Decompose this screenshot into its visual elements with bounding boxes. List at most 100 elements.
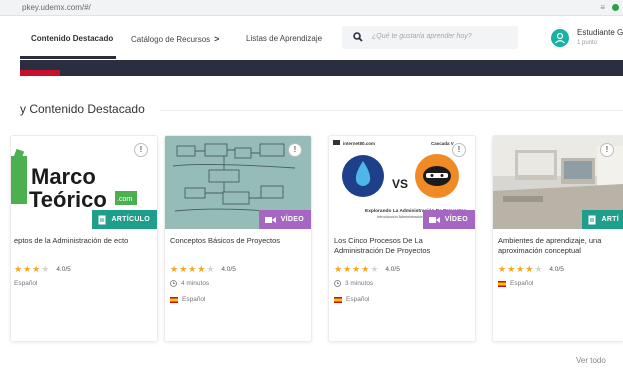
rating: ★ ★ ★ ★ 4.0/5 xyxy=(14,264,71,275)
content-type-badge: VÍDEO xyxy=(258,210,311,229)
banner-accent xyxy=(20,70,60,76)
svg-text:Marco: Marco xyxy=(31,164,96,189)
tab-catalogo-label: Catálogo de Recursos xyxy=(131,35,211,44)
spain-flag-icon xyxy=(334,296,342,303)
top-navigation: Contenido Destacado Catálogo de Recursos… xyxy=(0,16,623,60)
language: Español xyxy=(498,280,534,287)
star-empty-icon: ★ xyxy=(41,264,50,274)
language: Español xyxy=(170,296,206,303)
card-thumbnail[interactable]: ! ARTÍ xyxy=(493,136,623,229)
video-camera-icon xyxy=(264,216,276,223)
content-type-badge: VÍDEO xyxy=(422,210,475,229)
document-icon xyxy=(588,215,596,224)
badge-label: VÍDEO xyxy=(444,216,468,223)
star-icon: ★ xyxy=(525,264,534,274)
video-camera-icon xyxy=(428,216,440,223)
user-points: 1 punto xyxy=(577,40,598,46)
chevron-right-icon: > xyxy=(214,34,220,44)
language-label: Español xyxy=(510,280,534,287)
card-title[interactable]: eptos de la Administración de ecto xyxy=(14,236,152,246)
rating: ★ ★ ★ ★ ★ 4.0/5 xyxy=(498,264,564,275)
content-card[interactable]: ! ARTÍ Ambientes de aprendizaje, una apr… xyxy=(492,135,623,342)
duration: 4 minutos xyxy=(170,280,209,287)
tab-contenido-destacado[interactable]: Contenido Destacado xyxy=(31,34,113,43)
card-title[interactable]: Los Cinco Procesos De La Administración … xyxy=(334,236,472,256)
star-icon: ★ xyxy=(170,264,179,274)
star-icon: ★ xyxy=(334,264,343,274)
badge-label: ARTÍ xyxy=(601,216,619,223)
status-dot-icon xyxy=(612,4,619,11)
language-label: Español xyxy=(182,296,206,303)
star-icon: ★ xyxy=(23,264,32,274)
badge-label: VÍDEO xyxy=(280,216,304,223)
document-icon xyxy=(98,215,106,224)
search-box[interactable]: ¿Qué te gustaría aprender hoy? xyxy=(342,26,518,49)
tab-listas-de-aprendizaje[interactable]: Listas de Aprendizaje xyxy=(246,34,322,43)
content-card[interactable]: ! VÍDEO Conceptos Básicos de Proyectos ★… xyxy=(164,135,312,342)
svg-text:Cascada V: Cascada V xyxy=(431,141,454,146)
card-thumbnail[interactable]: Marco Teórico .com ! ARTÍCULO xyxy=(11,136,157,229)
spain-flag-icon xyxy=(498,280,506,287)
user-name[interactable]: Estudiante G xyxy=(577,28,623,37)
info-button[interactable]: ! xyxy=(452,143,466,157)
info-button[interactable]: ! xyxy=(288,143,302,157)
svg-text:Teórico: Teórico xyxy=(29,187,107,212)
rating-value: 4.0/5 xyxy=(549,266,564,273)
star-empty-icon: ★ xyxy=(370,264,379,274)
extension-icon[interactable]: ≡ xyxy=(600,3,605,12)
content-type-badge: ARTÍCULO xyxy=(92,210,157,229)
star-icon: ★ xyxy=(361,264,370,274)
content-card[interactable]: Marco Teórico .com ! ARTÍCULO eptos de l… xyxy=(10,135,158,342)
svg-text:.com: .com xyxy=(117,196,132,203)
language: Español xyxy=(14,280,38,287)
info-button[interactable]: ! xyxy=(600,143,614,157)
language-label: Español xyxy=(346,296,370,303)
clock-icon xyxy=(170,280,177,287)
star-icon: ★ xyxy=(516,264,525,274)
rating: ★ ★ ★ ★ ★ 4.0/5 xyxy=(170,264,236,275)
see-all-link[interactable]: Ver todo xyxy=(576,356,606,365)
card-thumbnail[interactable]: internet80.com Cascada V VS Explorando L… xyxy=(329,136,475,229)
duration: 3 minutos xyxy=(334,280,373,287)
language: Español xyxy=(334,296,370,303)
star-icon: ★ xyxy=(197,264,206,274)
badge-label: ARTÍCULO xyxy=(111,216,150,223)
star-icon: ★ xyxy=(352,264,361,274)
browser-url-bar[interactable]: pkey.udemx.com/#/ ≡ xyxy=(0,0,623,16)
star-icon: ★ xyxy=(179,264,188,274)
star-icon: ★ xyxy=(32,264,41,274)
duration-label: 4 minutos xyxy=(181,280,210,287)
star-icon: ★ xyxy=(507,264,516,274)
svg-text:VS: VS xyxy=(392,177,408,191)
svg-text:internet80.com: internet80.com xyxy=(343,141,375,146)
spain-flag-icon xyxy=(170,296,178,303)
search-icon xyxy=(353,32,363,42)
content-card[interactable]: internet80.com Cascada V VS Explorando L… xyxy=(328,135,476,342)
clock-icon xyxy=(334,280,341,287)
star-icon: ★ xyxy=(343,264,352,274)
card-title[interactable]: Conceptos Básicos de Proyectos xyxy=(170,236,308,246)
star-icon: ★ xyxy=(498,264,507,274)
star-icon: ★ xyxy=(188,264,197,274)
search-input[interactable]: ¿Qué te gustaría aprender hoy? xyxy=(372,33,472,40)
user-icon xyxy=(555,32,565,44)
info-button[interactable]: ! xyxy=(134,143,148,157)
rating-value: 4.0/5 xyxy=(221,266,236,273)
rating-value: 4.0/5 xyxy=(385,266,400,273)
rating: ★ ★ ★ ★ ★ 4.0/5 xyxy=(334,264,400,275)
star-empty-icon: ★ xyxy=(206,264,215,274)
active-tab-indicator xyxy=(20,56,116,59)
star-empty-icon: ★ xyxy=(534,264,543,274)
url-text[interactable]: pkey.udemx.com/#/ xyxy=(22,3,91,12)
avatar[interactable] xyxy=(551,29,569,47)
section-title: y Contenido Destacado xyxy=(20,102,145,116)
rating-value: 4.0/5 xyxy=(56,266,71,273)
section-divider xyxy=(160,110,623,111)
language-label: Español xyxy=(14,280,38,287)
tab-catalogo-de-recursos[interactable]: Catálogo de Recursos > xyxy=(131,34,219,44)
card-title[interactable]: Ambientes de aprendizaje, una aproximaci… xyxy=(498,236,623,256)
star-icon: ★ xyxy=(14,264,23,274)
card-thumbnail[interactable]: ! VÍDEO xyxy=(165,136,311,229)
duration-label: 3 minutos xyxy=(345,280,374,287)
content-type-badge: ARTÍ xyxy=(582,210,623,229)
